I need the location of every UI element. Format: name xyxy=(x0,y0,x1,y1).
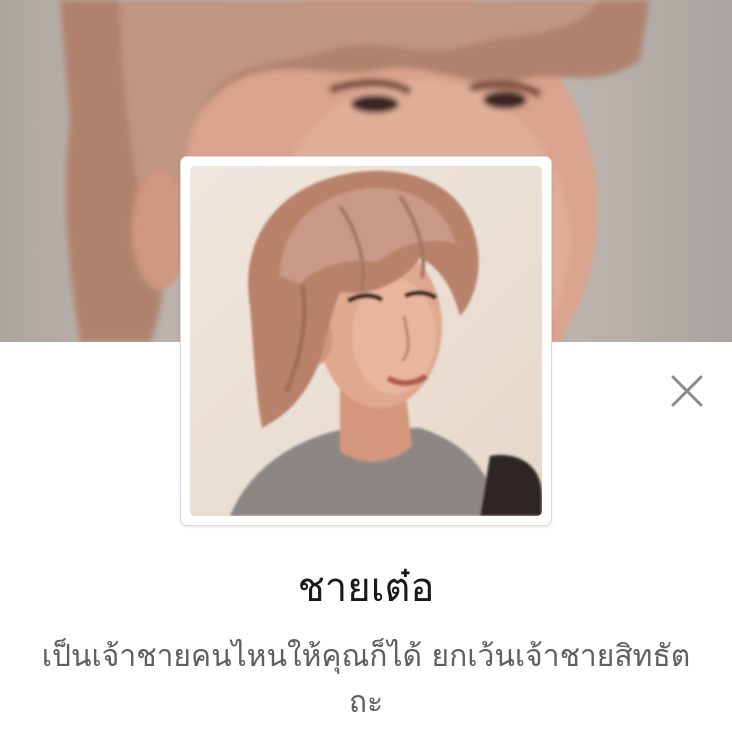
profile-photo[interactable] xyxy=(190,166,542,516)
profile-screen: ชายเต๋อ เป็นเจ้าชายคนไหนให้คุณก็ได้ ยกเว… xyxy=(0,0,732,732)
close-icon xyxy=(671,375,703,407)
profile-name: ชายเต๋อ xyxy=(297,565,435,611)
profile-photo-frame[interactable] xyxy=(180,156,552,526)
status-message: เป็นเจ้าชายคนไหนให้คุณก็ได้ ยกเว้นเจ้าชา… xyxy=(41,639,691,720)
profile-photo-image xyxy=(190,166,542,516)
close-button[interactable] xyxy=(664,368,710,414)
